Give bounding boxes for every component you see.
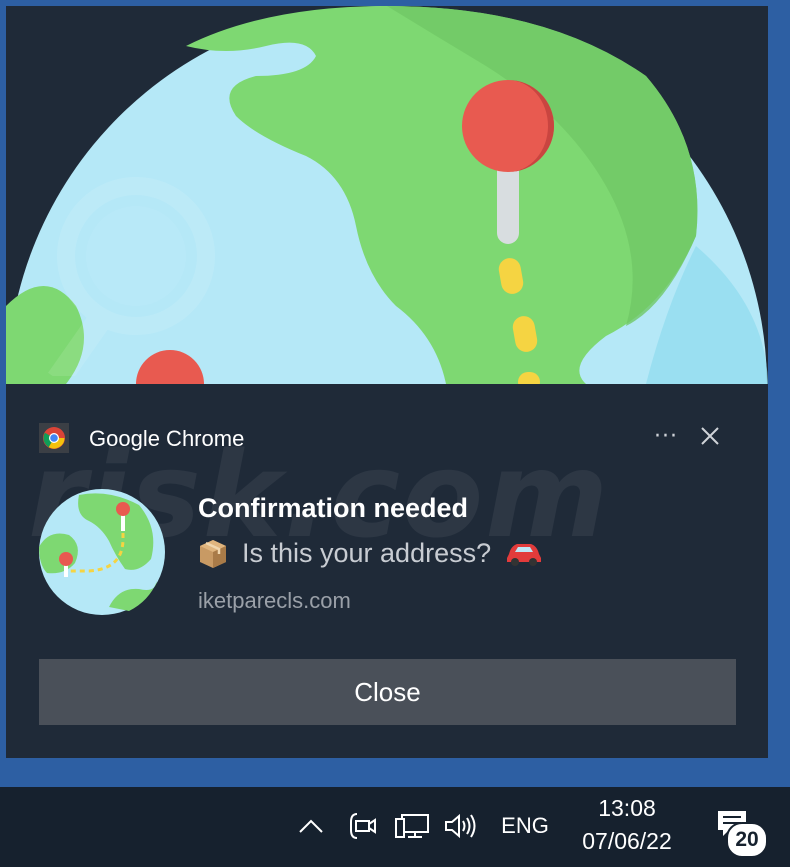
notification-toast[interactable]: risk.com Google Chrome ··· Confirmation … xyxy=(6,6,768,758)
close-button[interactable]: Close xyxy=(39,659,736,725)
more-options-icon[interactable]: ··· xyxy=(649,421,683,451)
clock-date: 07/06/22 xyxy=(582,828,672,854)
chrome-icon xyxy=(39,423,69,453)
hero-image xyxy=(6,6,768,384)
language-indicator[interactable]: ENG xyxy=(494,809,556,843)
clock-time: 13:08 xyxy=(598,795,656,821)
notification-source-url: iketparecls.com xyxy=(198,588,351,613)
close-icon[interactable] xyxy=(695,421,725,451)
chevron-up-icon[interactable] xyxy=(294,809,328,843)
notification-message-line: Is this your address? xyxy=(196,536,543,570)
network-icon[interactable] xyxy=(392,807,432,845)
taskbar: ENG 13:08 07/06/22 20 xyxy=(0,787,790,867)
notification-count-badge: 20 xyxy=(726,822,768,858)
notification-thumbnail xyxy=(39,489,165,615)
notification-header: Google Chrome ··· xyxy=(39,421,739,455)
package-emoji xyxy=(200,540,226,568)
clock[interactable]: 13:08 07/06/22 xyxy=(568,793,686,859)
notification-title: Confirmation needed xyxy=(198,493,469,523)
app-name: Google Chrome xyxy=(89,426,245,451)
notification-message: Is this your address? xyxy=(242,537,492,568)
volume-icon[interactable] xyxy=(442,807,480,845)
meet-now-icon[interactable] xyxy=(344,807,380,845)
car-emoji xyxy=(507,544,542,566)
